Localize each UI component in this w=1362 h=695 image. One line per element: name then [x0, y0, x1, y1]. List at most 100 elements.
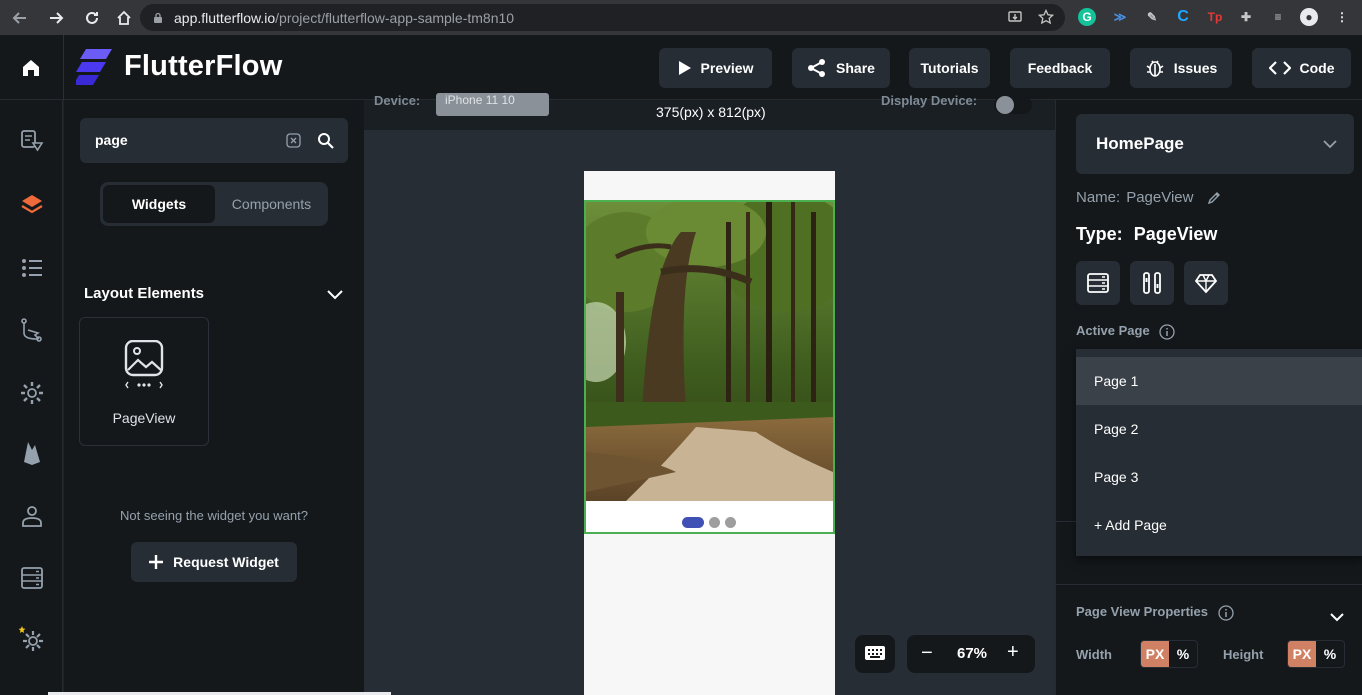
issues-button[interactable]: Issues [1130, 48, 1232, 88]
dropdown-option-page-3[interactable]: Page 3 [1076, 453, 1362, 501]
media-queue-icon[interactable]: ≡ [1269, 8, 1287, 26]
properties-tab-button[interactable] [1076, 261, 1120, 305]
install-app-icon[interactable] [1006, 9, 1024, 27]
tutorials-label: Tutorials [920, 60, 979, 76]
theme-tab-button[interactable] [1184, 261, 1228, 305]
zoom-out-button[interactable]: − [921, 642, 933, 665]
width-unit-toggle: PX % [1140, 640, 1198, 668]
actions-tab-button[interactable] [1130, 261, 1174, 305]
widget-palette-icon[interactable] [19, 128, 45, 154]
firebase-icon[interactable] [19, 440, 45, 466]
active-page-dropdown: Page 1 Page 2 Page 3 + Add Page [1076, 349, 1362, 556]
page-indicator-dot[interactable] [709, 517, 720, 528]
bookmark-star-icon[interactable] [1037, 8, 1055, 27]
name-label: Name: [1076, 189, 1121, 206]
page-selector-value: HomePage [1096, 134, 1184, 153]
back-icon[interactable] [9, 7, 31, 29]
home-icon[interactable] [20, 57, 42, 79]
info-icon[interactable] [1159, 323, 1175, 340]
dropdown-option-page-1[interactable]: Page 1 [1076, 357, 1362, 405]
share-button[interactable]: Share [792, 48, 890, 88]
widget-type-toggle: Widgets Components [100, 182, 328, 226]
code-button[interactable]: Code [1252, 48, 1351, 88]
integrations-gear-star-icon[interactable] [19, 626, 45, 652]
address-bar[interactable]: app.flutterflow.io/project/flutterflow-a… [140, 4, 1065, 31]
navigation-flow-icon[interactable] [19, 317, 45, 343]
page-selector[interactable]: HomePage [1076, 114, 1354, 174]
dropdown-option-page-2[interactable]: Page 2 [1076, 405, 1362, 453]
widget-type-value: PageView [1133, 224, 1218, 244]
database-icon[interactable] [19, 565, 45, 591]
chevron-down-icon[interactable] [1328, 608, 1346, 626]
info-icon[interactable] [1217, 604, 1234, 621]
diamond-icon [1195, 274, 1217, 294]
search-icon[interactable] [317, 132, 334, 149]
forward-icon[interactable] [45, 7, 67, 29]
layout-elements-heading: Layout Elements [84, 285, 205, 302]
display-device-toggle[interactable] [994, 96, 1032, 114]
settings-gear-icon[interactable] [19, 380, 45, 406]
clear-search-icon[interactable] [286, 133, 301, 148]
browser-toolbar: app.flutterflow.io/project/flutterflow-a… [0, 0, 1362, 35]
keyboard-shortcuts-button[interactable] [855, 635, 895, 673]
list-icon[interactable] [19, 255, 45, 281]
play-icon [678, 61, 691, 75]
reload-icon[interactable] [81, 7, 103, 29]
page-view-properties-row: Page View Properties [1076, 604, 1234, 621]
chevron-down-icon [1323, 140, 1337, 149]
width-label: Width [1076, 647, 1112, 662]
share-label: Share [836, 60, 875, 76]
request-widget-label: Request Widget [173, 554, 279, 570]
device-select[interactable]: iPhone 11 10 [436, 93, 549, 116]
bug-icon [1146, 60, 1164, 77]
url-host: app.flutterflow.io [174, 9, 276, 26]
left-nav-rail [0, 100, 63, 695]
url-path: /project/flutterflow-app-sample-tm8n10 [275, 9, 515, 26]
canvas-size-text: 375(px) x 812(px) [656, 104, 766, 120]
zoom-in-button[interactable]: + [1007, 641, 1019, 664]
widget-name-row: Name: PageView [1076, 189, 1222, 206]
display-device-label: Display Device: [881, 93, 978, 108]
width-unit-percent[interactable]: % [1169, 641, 1197, 667]
feedback-button[interactable]: Feedback [1010, 48, 1110, 88]
pageview-widget-card[interactable]: PageView [79, 317, 209, 446]
active-page-row: Active Page [1076, 323, 1175, 340]
preview-button[interactable]: Preview [659, 48, 772, 88]
type-label: Type: [1076, 224, 1123, 244]
design-canvas[interactable]: Device: iPhone 11 10 375(px) x 812(px) D… [364, 93, 1055, 695]
height-unit-percent[interactable]: % [1316, 641, 1344, 667]
home-icon[interactable] [113, 7, 135, 29]
layers-icon[interactable] [19, 192, 45, 218]
toggle-knob [996, 96, 1014, 114]
page-indicator-dot[interactable] [725, 517, 736, 528]
extension-c-icon[interactable]: C [1174, 8, 1192, 26]
extension-tp-icon[interactable]: Tp [1206, 8, 1224, 26]
pageview-widget[interactable] [584, 200, 835, 534]
search-input[interactable]: page [95, 132, 128, 148]
edit-pencil-icon[interactable] [1206, 190, 1222, 206]
code-icon [1268, 61, 1291, 75]
grammarly-extension-icon[interactable]: G [1078, 8, 1096, 26]
widget-search: page [80, 118, 348, 163]
profile-avatar-icon[interactable]: ● [1300, 8, 1318, 26]
height-unit-toggle: PX % [1287, 640, 1345, 668]
chevron-down-icon[interactable] [326, 285, 344, 303]
extension-chevrons-icon[interactable]: ≫ [1111, 8, 1129, 26]
add-page-option[interactable]: + Add Page [1076, 501, 1362, 549]
tutorials-button[interactable]: Tutorials [909, 48, 990, 88]
width-unit-px[interactable]: PX [1141, 641, 1169, 667]
device-label: Device: [374, 93, 421, 108]
tab-components[interactable]: Components [218, 185, 325, 223]
browser-menu-icon[interactable]: ⋮ [1333, 8, 1351, 26]
user-icon[interactable] [19, 503, 45, 529]
widget-name-value: PageView [1126, 189, 1194, 206]
lock-icon [154, 12, 162, 23]
request-widget-button[interactable]: Request Widget [131, 542, 297, 582]
tab-widgets[interactable]: Widgets [103, 185, 215, 223]
phone-preview[interactable] [584, 171, 835, 695]
extensions-puzzle-icon[interactable]: ✚ [1237, 8, 1255, 26]
height-unit-px[interactable]: PX [1288, 641, 1316, 667]
page-indicator [682, 517, 736, 528]
page-indicator-dot-active[interactable] [682, 517, 704, 528]
extension-pen-icon[interactable]: ✎ [1143, 8, 1161, 26]
